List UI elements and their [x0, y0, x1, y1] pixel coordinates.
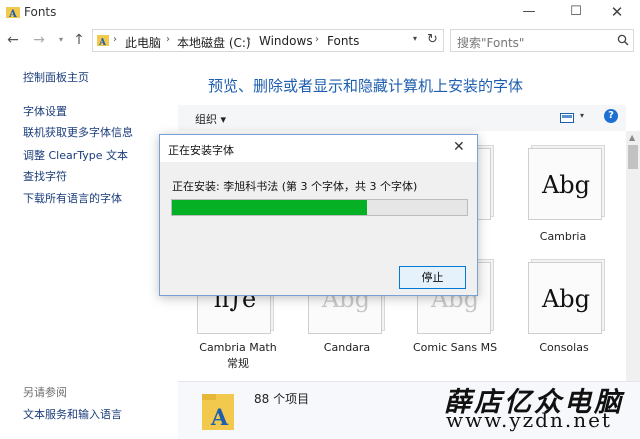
organize-menu-button[interactable]: 组织 ▾ [195, 111, 226, 127]
fonts-location-icon: A [97, 35, 109, 47]
font-name-cambria: Cambria [539, 230, 587, 243]
scroll-up-arrow-icon[interactable]: ▲ [629, 133, 635, 142]
install-progress-bar [171, 199, 468, 216]
breadcrumb-separator: › [166, 34, 170, 45]
stop-button[interactable]: 停止 [399, 266, 466, 289]
font-tile-consolas[interactable]: Abg [528, 262, 602, 334]
sidebar-link-download-all-fonts[interactable]: 下载所有语言的字体 [23, 190, 122, 206]
scrollbar-thumb[interactable] [628, 145, 638, 169]
breadcrumb-windows[interactable]: Windows [259, 34, 313, 48]
refresh-icon[interactable]: ↻ [427, 32, 438, 47]
sidebar-link-adjust-cleartype[interactable]: 调整 ClearType 文本 [23, 147, 128, 163]
navigation-bar: ← → ▾ ↑ A › 此电脑 › 本地磁盘 (C:) › Windows › … [0, 28, 640, 54]
font-name-cambria-math: Cambria Math [199, 341, 277, 354]
title-bar: A Fonts — ☐ ✕ [0, 0, 640, 26]
breadcrumb-fonts[interactable]: Fonts [327, 34, 359, 48]
fonts-folder-icon: A [6, 7, 20, 19]
font-name-consolas: Consolas [539, 341, 589, 354]
install-status-text: 正在安装: 李旭科书法 (第 3 个字体，共 3 个字体) [172, 180, 418, 193]
recent-locations-chevron-icon[interactable]: ▾ [52, 31, 70, 49]
search-input[interactable]: 搜索"Fonts" [450, 29, 634, 52]
breadcrumb-separator: › [113, 34, 117, 45]
address-bar[interactable]: A › 此电脑 › 本地磁盘 (C:) › Windows › Fonts ▾ … [92, 29, 444, 52]
page-title: 预览、删除或者显示和隐藏计算机上安装的字体 [208, 77, 524, 95]
address-dropdown-icon[interactable]: ▾ [413, 34, 417, 43]
item-count: 88 个项目 [254, 392, 310, 406]
sidebar: 控制面板主页 字体设置 联机获取更多字体信息 调整 ClearType 文本 查… [0, 56, 178, 439]
font-name-candara: Candara [323, 341, 371, 354]
dialog-title-bar: 正在安装字体 ✕ [160, 135, 477, 162]
installing-fonts-dialog: 正在安装字体 ✕ 正在安装: 李旭科书法 (第 3 个字体，共 3 个字体) 停… [159, 134, 478, 296]
see-also-heading: 另请参阅 [23, 386, 67, 399]
dialog-close-icon[interactable]: ✕ [453, 139, 465, 155]
watermark-url: www.yzdn.net [446, 408, 612, 432]
up-arrow-icon[interactable]: ↑ [70, 31, 88, 49]
command-bar: 组织 ▾ ▾ ? [178, 105, 626, 131]
breadcrumb-this-pc[interactable]: 此电脑 [125, 34, 161, 51]
sidebar-link-control-panel-home[interactable]: 控制面板主页 [23, 69, 89, 85]
svg-text:A: A [8, 9, 17, 19]
font-sample: Abg [541, 285, 591, 313]
maximize-button[interactable]: ☐ [564, 3, 588, 21]
font-tile-cambria[interactable]: Abg [528, 148, 602, 220]
back-arrow-icon[interactable]: ← [4, 31, 22, 49]
sidebar-link-get-more-font-info[interactable]: 联机获取更多字体信息 [23, 124, 133, 140]
window-title: Fonts [24, 5, 57, 19]
svg-text:A: A [210, 405, 229, 431]
vertical-scrollbar[interactable]: ▲ [626, 131, 640, 381]
fonts-folder-large-icon: A [202, 394, 234, 431]
font-sample: Abg [541, 171, 591, 199]
font-style-cambria-math: 常规 [227, 357, 249, 370]
progress-fill [172, 200, 367, 215]
close-window-button[interactable]: ✕ [605, 3, 629, 21]
breadcrumb-local-disk[interactable]: 本地磁盘 (C:) [177, 34, 251, 51]
search-icon [617, 34, 629, 46]
forward-arrow-icon[interactable]: → [30, 31, 48, 49]
breadcrumb-separator: › [315, 34, 319, 45]
dialog-title: 正在安装字体 [168, 144, 234, 157]
sidebar-link-find-character[interactable]: 查找字符 [23, 168, 67, 184]
minimize-button[interactable]: — [517, 3, 541, 21]
search-placeholder: 搜索"Fonts" [457, 36, 525, 50]
svg-text:A: A [98, 38, 107, 47]
view-options-icon[interactable] [560, 113, 574, 123]
breadcrumb-separator: › [247, 34, 251, 45]
sidebar-link-font-settings[interactable]: 字体设置 [23, 103, 67, 119]
help-icon[interactable]: ? [604, 109, 618, 123]
font-name-comic-sans: Comic Sans MS [412, 341, 498, 354]
view-dropdown-icon[interactable]: ▾ [580, 111, 584, 120]
sidebar-link-text-services[interactable]: 文本服务和输入语言 [23, 406, 122, 422]
